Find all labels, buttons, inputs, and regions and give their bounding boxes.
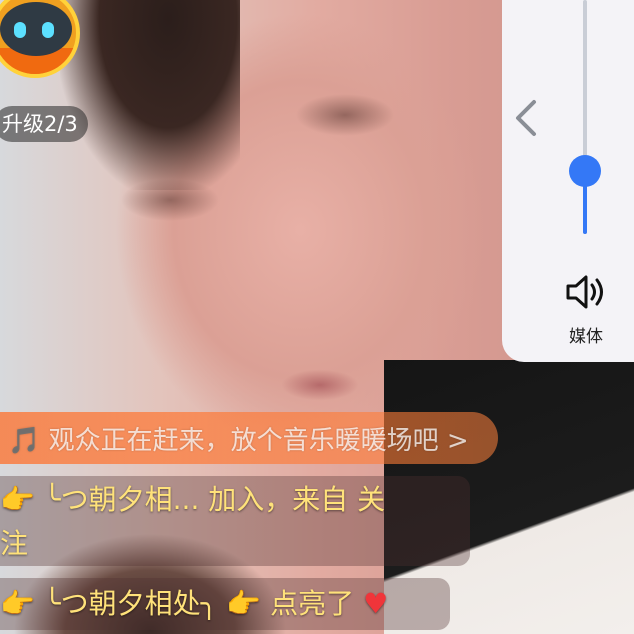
- pointing-hand-emoji: 👉: [0, 483, 35, 516]
- chat-username[interactable]: ╰つ朝夕相...: [44, 483, 200, 516]
- chat-username[interactable]: ╰つ朝夕相处╮: [44, 587, 218, 620]
- speaker-icon[interactable]: [564, 272, 608, 312]
- pointing-hand-emoji: 👉: [0, 587, 35, 620]
- avatar-robot-head: [0, 2, 72, 56]
- chat-message: 👉 ╰つ朝夕相处╮ 👉 点亮了 ♥: [0, 582, 388, 626]
- pointing-hand-emoji: 👉: [226, 587, 262, 620]
- chevron-left-icon[interactable]: [508, 96, 542, 140]
- chat-message: 👉 ╰つ朝夕相... 加入，来自 关: [0, 478, 385, 522]
- heart-icon: ♥: [363, 587, 389, 620]
- streamer-avatar[interactable]: [0, 0, 80, 78]
- video-content: [60, 0, 240, 190]
- chat-message-text: 注: [0, 527, 29, 560]
- chat-message-text: 点亮了: [261, 587, 364, 620]
- chat-message-text: 加入，来自 关: [199, 483, 386, 516]
- avatar-eye: [14, 22, 26, 38]
- avatar-eye: [42, 22, 54, 38]
- volume-slider-knob[interactable]: [569, 154, 601, 187]
- chat-message-continuation: 注: [0, 522, 28, 566]
- banner-text: 🎵 观众正在赶来，放个音乐暖暖场吧 >: [8, 426, 469, 456]
- volume-stream-label: 媒体: [569, 327, 603, 347]
- level-badge[interactable]: 升级2/3: [0, 106, 88, 142]
